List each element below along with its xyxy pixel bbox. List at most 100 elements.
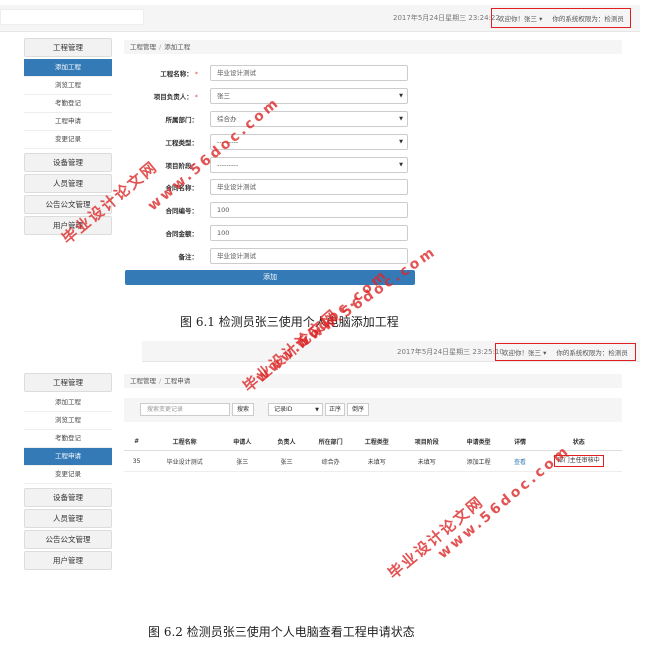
project-leader-label: 项目负责人： * (153, 93, 198, 101)
table-cell: 张三 (220, 450, 265, 472)
table-header-cell: 详情 (504, 432, 536, 451)
header-datetime: 2017年5月24日星期三 23:24:22 (393, 14, 500, 22)
contract-number-label-text: 合同编号 (165, 207, 192, 215)
breadcrumb-root[interactable]: 工程管理 (130, 43, 156, 51)
contract-amount-input[interactable]: 100 (210, 225, 408, 241)
contract-number-input[interactable]: 100 (210, 202, 408, 218)
sidebar-item-browse-project[interactable]: 浏览工程 (24, 77, 112, 95)
table-header-cell: 工程类型 (352, 432, 401, 451)
sidebar-group-project[interactable]: 工程管理 (24, 38, 112, 57)
department-label-text: 所属部门 (165, 116, 192, 124)
sidebar-group-personnel[interactable]: 人员管理 (24, 509, 112, 528)
role-label: 你的系统权限为：检测员 (552, 15, 624, 23)
project-name-input[interactable]: 毕业设计测试 (210, 65, 408, 81)
table-cell: 添加工程 (452, 450, 505, 472)
contract-name-value: 毕业设计测试 (217, 183, 256, 191)
sidebar-item-change-log[interactable]: 变更记录 (24, 131, 112, 149)
sidebar-group-equipment[interactable]: 设备管理 (24, 153, 112, 172)
project-stage-select[interactable]: --------- ▼ (210, 157, 408, 173)
project-leader-value: 张三 (217, 92, 230, 100)
table-header-cell: 工程名称 (149, 432, 221, 451)
table-header-cell: 申请类型 (452, 432, 505, 451)
table-cell: 35 (124, 450, 150, 472)
department-value: 综合办 (217, 115, 237, 123)
breadcrumb-current: 工程申请 (164, 377, 191, 385)
sidebar-item-attendance[interactable]: 考勤登记 (24, 95, 112, 113)
header-datetime-2: 2017年5月24日星期三 23:25:10 (397, 348, 504, 356)
breadcrumb-current: 添加工程 (164, 43, 191, 51)
remark-input[interactable]: 毕业设计测试 (210, 248, 408, 264)
search-button[interactable]: 搜索 (232, 403, 254, 416)
figure-caption-1: 图 6.1 检测员张三使用个人电脑添加工程 (180, 315, 399, 329)
sidebar-2: 工程管理 添加工程 浏览工程 考勤登记 工程申请 变更记录 设备管理 人员管理 … (24, 373, 112, 572)
table-header-row: # 工程名称 申请人 负责人 所在部门 工程类型 项目阶段 申请类型 详情 状态 (124, 432, 622, 451)
remark-label: 备注： (178, 253, 199, 261)
project-leader-label-text: 项目负责人 (153, 93, 187, 101)
table-cell: 张三 (264, 450, 309, 472)
sidebar-item-change-log[interactable]: 变更记录 (24, 466, 112, 484)
table-cell: 未填写 (352, 450, 401, 472)
sort-field-select[interactable]: 记录ID ▼ (268, 403, 323, 416)
table-cell-text: 毕业设计测试 (166, 458, 203, 466)
sidebar-item-add-project[interactable]: 添加工程 (24, 59, 112, 77)
sort-field-value: 记录ID (274, 406, 293, 413)
breadcrumb: 工程管理 / 添加工程 (124, 40, 622, 54)
breadcrumb-2: 工程管理 / 工程申请 (124, 374, 622, 388)
user-info-box-2: 欢迎你！张三 ▾ 你的系统权限为：检测员 (495, 343, 636, 361)
table-cell: 未填写 (400, 450, 453, 472)
view-detail-link[interactable]: 查看 (514, 459, 526, 466)
sidebar-group-personnel[interactable]: 人员管理 (24, 174, 112, 193)
sidebar-item-project-apply[interactable]: 工程申请 (24, 113, 112, 131)
logo-area (0, 9, 144, 25)
table-cell-text: 张三 (236, 458, 249, 466)
breadcrumb-root[interactable]: 工程管理 (130, 377, 156, 385)
project-leader-select[interactable]: 张三 ▼ (210, 88, 408, 104)
sidebar-item-project-apply[interactable]: 工程申请 (24, 448, 112, 466)
department-label: 所属部门： (165, 116, 199, 124)
project-name-label: 工程名称： * (160, 70, 198, 78)
table-header-cell: 申请人 (220, 432, 265, 451)
asc-button[interactable]: 正序 (325, 403, 345, 416)
table-header-cell: 所在部门 (308, 432, 353, 451)
search-input[interactable]: 搜索变更记录 (140, 403, 230, 416)
required-marker: * (194, 93, 198, 101)
chevron-down-icon: ▼ (399, 139, 403, 145)
sidebar-group-project[interactable]: 工程管理 (24, 373, 112, 392)
sidebar-item-add-project[interactable]: 添加工程 (24, 394, 112, 412)
table-header-cell: # (124, 432, 150, 451)
table-cell-text: 张三 (280, 458, 293, 466)
table-header-cell: 项目阶段 (400, 432, 453, 451)
chevron-down-icon: ▼ (399, 116, 403, 122)
table-header-cell: 状态 (535, 432, 622, 451)
chevron-down-icon: ▼ (399, 162, 403, 168)
table-cell: 毕业设计测试 (149, 450, 221, 472)
project-name-label-text: 工程名称 (160, 70, 187, 78)
contract-name-input[interactable]: 毕业设计测试 (210, 179, 408, 195)
table-cell-text: 综合办 (321, 458, 340, 466)
remark-label-text: 备注 (178, 253, 192, 261)
remark-value: 毕业设计测试 (217, 252, 256, 260)
sidebar-item-browse-project[interactable]: 浏览工程 (24, 412, 112, 430)
desc-button[interactable]: 倒序 (347, 403, 369, 416)
contract-amount-value: 100 (217, 229, 230, 237)
sidebar-group-equipment[interactable]: 设备管理 (24, 488, 112, 507)
contract-number-value: 100 (217, 206, 230, 214)
user-info-box: 欢迎你！张三 ▾ 你的系统权限为：检测员 (491, 8, 631, 28)
search-toolbar: 搜索变更记录 搜索 记录ID ▼ 正序 倒序 (124, 398, 622, 422)
table-cell-text: 添加工程 (466, 458, 491, 466)
sidebar-group-user[interactable]: 用户管理 (24, 551, 112, 570)
sidebar-group-announcement[interactable]: 公告公文管理 (24, 530, 112, 549)
table-header-cell: 负责人 (264, 432, 309, 451)
welcome-user-menu[interactable]: 欢迎你！张三 ▾ (498, 13, 542, 23)
figure-caption-2: 图 6.2 检测员张三使用个人电脑查看工程申请状态 (148, 625, 415, 639)
welcome-user-menu-2[interactable]: 欢迎你！张三 ▾ (502, 347, 546, 357)
chevron-down-icon: ▼ (399, 93, 403, 99)
project-stage-value: --------- (217, 161, 239, 169)
role-label-2: 你的系统权限为：检测员 (556, 349, 628, 357)
required-marker: * (194, 70, 198, 78)
contract-amount-label-text: 合同金额 (165, 230, 192, 238)
project-name-value: 毕业设计测试 (217, 69, 256, 77)
project-type-label-text: 工程类型 (165, 139, 192, 147)
contract-amount-label: 合同金额： (165, 230, 199, 238)
sidebar-item-attendance[interactable]: 考勤登记 (24, 430, 112, 448)
